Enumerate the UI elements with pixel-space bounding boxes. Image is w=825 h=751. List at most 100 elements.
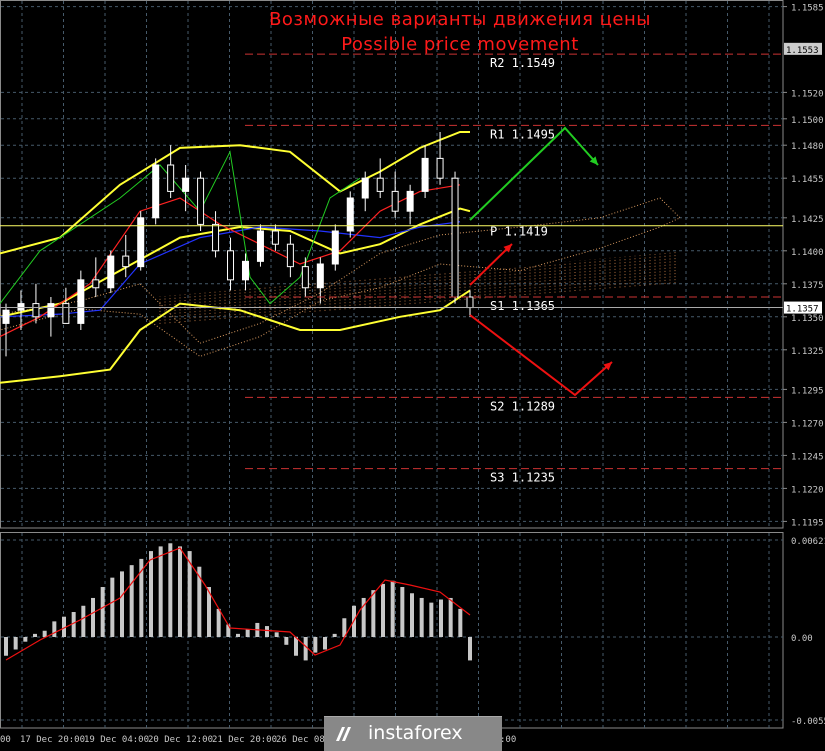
time-tick-label: 00 — [0, 735, 11, 745]
macd-tick-label: 0.00621 — [791, 537, 825, 547]
macd-bar — [274, 632, 279, 637]
logo-mark-icon — [336, 727, 351, 741]
macd-bar — [419, 597, 424, 637]
level-label-s1: S1 1.1365 — [490, 299, 555, 313]
candle-body — [122, 255, 130, 268]
time-tick-label: :00 — [500, 735, 516, 745]
level-label-s2: S2 1.1289 — [490, 399, 555, 413]
macd-bar — [23, 637, 28, 642]
macd-bar — [33, 633, 37, 637]
instaforex-logo: instaforex — [324, 716, 502, 751]
macd-bar — [110, 577, 115, 637]
macd-bar — [216, 608, 221, 637]
macd-tick-label: -0.00554 — [791, 717, 825, 727]
price-tick-label: 1.1375 — [791, 281, 824, 291]
candle-body — [137, 217, 145, 268]
macd-bar — [236, 633, 240, 637]
macd-bar — [410, 593, 414, 637]
price-tick-label: 1.1425 — [791, 215, 824, 225]
macd-bar — [381, 583, 385, 637]
candle-body — [212, 223, 220, 252]
candle-body — [301, 266, 309, 289]
macd-bar — [13, 637, 18, 650]
macd-bar — [458, 608, 463, 637]
macd-bar — [371, 590, 376, 637]
candle-body — [17, 303, 25, 311]
price-tick-label: 1.1520 — [791, 89, 824, 99]
macd-bar — [81, 605, 86, 637]
candle-body — [391, 190, 399, 212]
price-tick-label: 1.1500 — [791, 116, 824, 126]
price-panel-frame — [0, 0, 784, 529]
candle-body — [361, 177, 369, 199]
price-tick-label: 1.1480 — [791, 142, 824, 152]
candle-body — [197, 177, 205, 225]
price-tick-label: 1.1400 — [791, 248, 824, 258]
red-down-arrow — [469, 314, 613, 397]
macd-bar — [168, 543, 173, 637]
macd-bar — [468, 637, 472, 661]
price-tick-label: 1.1295 — [791, 386, 824, 396]
price-tick-label: 1.1325 — [791, 347, 824, 357]
macd-bar — [149, 551, 153, 637]
candle-body — [227, 250, 235, 281]
macd-bar — [265, 626, 269, 637]
price-tick-label: 1.1220 — [791, 485, 824, 495]
time-tick-label: 17 Dec 20:00 — [20, 735, 85, 745]
time-tick-label: 21 Dec 20:00 — [212, 735, 277, 745]
green-scenario-arrow — [469, 126, 599, 221]
candle-body — [2, 309, 10, 324]
macd-bar — [100, 587, 105, 637]
red-up-arrow — [469, 243, 513, 286]
macd-histogram — [4, 543, 472, 661]
ichimoku-cloud — [0, 197, 681, 357]
macd-bar — [400, 587, 405, 637]
chart-title-en: Possible price movement — [341, 34, 579, 55]
macd-bar — [284, 637, 289, 645]
candle-body — [167, 164, 175, 192]
macd-bar — [439, 599, 443, 637]
candle-body — [77, 279, 85, 324]
candle-body — [182, 177, 190, 192]
candle-body — [421, 157, 429, 192]
level-label-r2: R2 1.1549 — [490, 56, 555, 70]
candle-body — [286, 243, 294, 268]
level-label-p: P 1.1419 — [490, 225, 548, 239]
level-label-s3: S3 1.1235 — [490, 471, 555, 485]
price-tick-label: 1.1245 — [791, 452, 824, 462]
macd-bar — [303, 637, 308, 661]
chart-title-ru: Возможные варианты движения цены — [269, 9, 651, 30]
macd-tick-label: 0.00 — [791, 634, 813, 644]
candle-body — [331, 230, 339, 265]
level-label-r1: R1 1.1495 — [490, 127, 555, 141]
candle-body — [32, 303, 40, 318]
current-price-tag: 1.1357 — [786, 305, 819, 315]
candle-body — [47, 303, 55, 318]
candle-body — [62, 303, 70, 324]
macd-bar — [158, 546, 163, 637]
price-tick-label: 1.1195 — [791, 518, 824, 528]
candle-body — [406, 190, 414, 212]
macd-bar — [52, 621, 57, 637]
candle-body — [92, 279, 100, 289]
candle-body — [152, 164, 160, 219]
macd-bar — [313, 637, 318, 653]
candle-body — [451, 177, 459, 298]
macd-bar — [429, 602, 434, 637]
bollinger-middle — [0, 207, 471, 318]
candle-body — [466, 296, 474, 309]
macd-bar — [332, 633, 337, 637]
time-tick-label: 19 Dec 04:00 — [84, 735, 149, 745]
macd-bar — [294, 637, 298, 656]
chart-canvas: 1.1585 1.1520 1.1500 1.1480 1.1455 1.1425 1.14… — [0, 0, 825, 745]
price-tick-label: 1.1350 — [791, 314, 824, 324]
candle-body — [376, 177, 384, 192]
macd-bar — [323, 637, 327, 650]
macd-bar — [91, 597, 95, 637]
macd-bar — [42, 630, 47, 637]
macd-bar — [178, 546, 182, 637]
price-tick-label: 1.1455 — [791, 175, 824, 185]
macd-bar — [120, 571, 124, 637]
time-tick-label: 20 Dec 12:00 — [148, 735, 213, 745]
candle-body — [256, 230, 264, 262]
